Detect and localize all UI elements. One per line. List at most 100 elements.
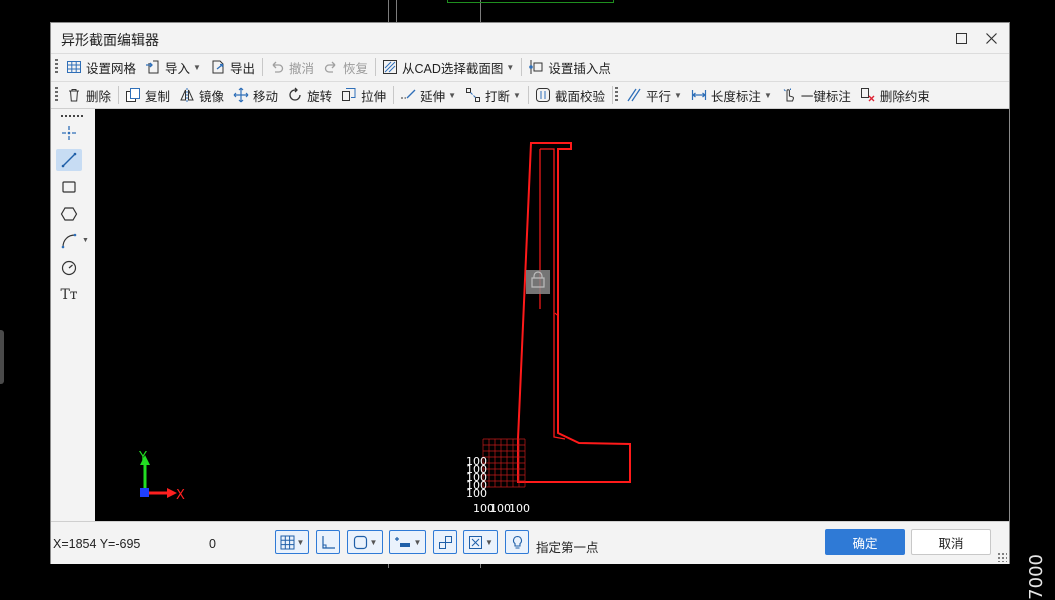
resize-grip[interactable] xyxy=(997,552,1007,562)
rectangle-tool[interactable] xyxy=(56,176,82,198)
dimension-input-icon xyxy=(394,536,410,547)
cursor-coordinates: X=1854 Y=-695 xyxy=(53,537,141,551)
background-panel-handle[interactable] xyxy=(0,330,4,384)
cancel-button[interactable]: 取消 xyxy=(911,529,991,555)
extend-label: 延伸 xyxy=(420,89,446,104)
copy-button[interactable]: 复制 xyxy=(121,84,175,106)
object-snap-toggle[interactable]: ▼ xyxy=(347,530,383,554)
main-toolbar: 设置网格 导入 ▼ 导出 撤消 恢复 从CAD选择截面图 ▼ 设置插入点 xyxy=(51,53,1009,80)
text-tool[interactable]: Tт xyxy=(56,284,82,306)
mirror-button[interactable]: 镜像 xyxy=(175,84,229,106)
set-grid-label: 设置网格 xyxy=(86,61,137,76)
one-key-dimension-button[interactable]: 一键标注 xyxy=(777,84,856,106)
chevron-down-icon[interactable]: ▼ xyxy=(764,91,772,100)
delete-constraint-label: 删除约束 xyxy=(879,89,930,104)
chevron-down-icon[interactable]: ▼ xyxy=(297,538,305,547)
grid-icon xyxy=(280,535,295,549)
section-profile xyxy=(517,142,631,483)
dialog-title: 异形截面编辑器 xyxy=(61,32,159,48)
ok-button[interactable]: 确定 xyxy=(825,529,905,555)
point-tool[interactable] xyxy=(56,122,82,144)
parallel-button[interactable]: 平行 ▼ xyxy=(622,84,687,106)
arc-icon xyxy=(61,233,77,249)
grid-snap-toggle[interactable]: ▼ xyxy=(275,530,309,554)
lock-marker xyxy=(526,270,550,294)
background-cad-line xyxy=(388,564,389,568)
redo-icon xyxy=(323,59,339,75)
reference-grid xyxy=(482,438,526,488)
profile-tick xyxy=(554,312,558,316)
set-insert-point-button[interactable]: 设置插入点 xyxy=(524,56,616,78)
chevron-down-icon[interactable]: ▼ xyxy=(674,91,682,100)
redo-button[interactable]: 恢复 xyxy=(319,56,373,78)
y-axis-label: Y xyxy=(138,450,147,465)
copy-label: 复制 xyxy=(145,89,171,104)
toolbar-grip[interactable] xyxy=(614,87,618,103)
one-key-dimension-label: 一键标注 xyxy=(800,89,851,104)
delete-label: 删除 xyxy=(86,89,112,104)
close-button[interactable] xyxy=(977,26,1005,50)
toolbar-grip[interactable] xyxy=(55,59,58,75)
toolbar-grip[interactable] xyxy=(55,87,58,103)
polygon-tool[interactable] xyxy=(56,203,82,225)
tips-toggle[interactable] xyxy=(505,530,529,554)
command-hint: 指定第一点 xyxy=(536,541,599,555)
status-bar: X=1854 Y=-695 0 ▼ ▼ ▼ ▼ 指定第一点 确定 取消 xyxy=(51,521,1009,564)
background-cad-line xyxy=(388,0,389,22)
length-dimension-button[interactable]: 长度标注 ▼ xyxy=(687,84,777,106)
import-button[interactable]: 导入 ▼ xyxy=(141,56,206,78)
panel-grip[interactable] xyxy=(61,115,85,117)
move-button[interactable]: 移动 xyxy=(229,84,283,106)
selection-filter-toggle[interactable]: ▼ xyxy=(463,530,498,554)
chevron-down-icon[interactable]: ▼ xyxy=(513,91,521,100)
ortho-icon xyxy=(321,535,335,549)
copy-icon xyxy=(125,87,141,103)
drawing-canvas[interactable]: 100 100 100 100 100 100 100 100 Y X xyxy=(95,109,1009,521)
circle-tool[interactable] xyxy=(56,257,82,279)
break-button[interactable]: 打断 ▼ xyxy=(461,84,526,106)
maximize-button[interactable] xyxy=(947,26,975,50)
dialog-titlebar[interactable]: 异形截面编辑器 xyxy=(51,23,1009,53)
maximize-icon xyxy=(955,32,967,44)
rotate-button[interactable]: 旋转 xyxy=(283,84,337,106)
section-check-button[interactable]: 截面校验 xyxy=(531,84,610,106)
export-button[interactable]: 导出 xyxy=(206,56,260,78)
point-icon xyxy=(62,126,76,140)
tracking-toggle[interactable] xyxy=(433,530,457,554)
stretch-button[interactable]: 拉伸 xyxy=(337,84,391,106)
arc-tool[interactable] xyxy=(56,230,82,252)
toolbar-separator xyxy=(261,58,263,76)
select-from-cad-button[interactable]: 从CAD选择截面图 ▼ xyxy=(378,56,519,78)
line-tool[interactable] xyxy=(56,149,82,171)
chevron-down-icon[interactable]: ▼ xyxy=(485,538,493,547)
chevron-down-icon[interactable]: ▼ xyxy=(448,91,456,100)
drawing-tools-panel: ▼ Tт xyxy=(51,109,96,521)
toolbar-separator xyxy=(521,58,523,76)
set-grid-button[interactable]: 设置网格 xyxy=(62,56,141,78)
toolbar-separator xyxy=(118,86,120,104)
parallel-label: 平行 xyxy=(645,89,671,104)
toolbar-separator xyxy=(375,58,376,76)
delete-constraint-icon xyxy=(860,87,876,103)
chevron-down-icon[interactable]: ▼ xyxy=(82,237,89,244)
mirror-label: 镜像 xyxy=(199,89,225,104)
chevron-down-icon[interactable]: ▼ xyxy=(414,538,422,547)
dimension-snap-toggle[interactable]: ▼ xyxy=(389,530,426,554)
status-value: 0 xyxy=(209,537,216,551)
rotate-icon xyxy=(287,87,303,103)
chevron-down-icon[interactable]: ▼ xyxy=(506,63,514,72)
delete-button[interactable]: 删除 xyxy=(62,84,116,106)
ortho-toggle[interactable] xyxy=(316,530,340,554)
export-label: 导出 xyxy=(229,61,255,76)
chevron-down-icon[interactable]: ▼ xyxy=(370,538,378,547)
axis-gizmo: Y X xyxy=(138,450,185,503)
undo-label: 撤消 xyxy=(288,61,314,76)
delete-constraint-button[interactable]: 删除约束 xyxy=(856,84,935,106)
extend-button[interactable]: 延伸 ▼ xyxy=(396,84,461,106)
background-cad-line xyxy=(480,564,481,568)
undo-button[interactable]: 撤消 xyxy=(265,56,319,78)
background-cad-line xyxy=(396,0,397,22)
select-from-cad-label: 从CAD选择截面图 xyxy=(402,61,504,76)
chevron-down-icon[interactable]: ▼ xyxy=(193,63,201,72)
break-icon xyxy=(465,87,481,103)
